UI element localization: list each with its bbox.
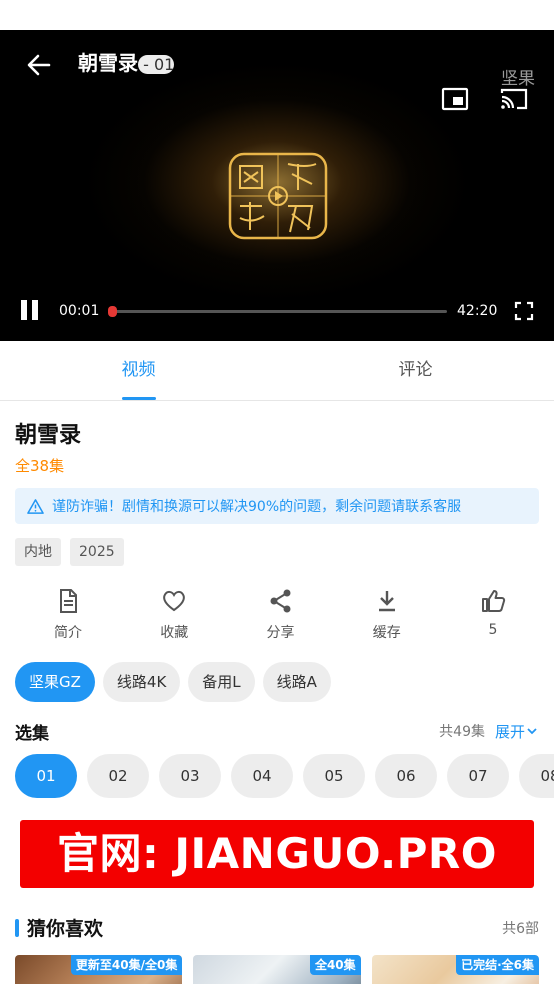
promo-banner[interactable]: 官网: JIANGUO.PRO (20, 820, 534, 888)
document-icon (60, 589, 77, 613)
tag-region[interactable]: 内地 (15, 538, 61, 566)
recommend-count: 共6部 (502, 920, 539, 937)
episode-button[interactable]: 07 (447, 754, 509, 798)
pause-button[interactable] (19, 300, 41, 322)
episode-list: 01 02 03 04 05 06 07 08 (15, 754, 554, 798)
action-bar: 简介 收藏 分享 缓存 5 (15, 588, 539, 642)
player-title: 朝雪录 - 01 (78, 43, 175, 87)
recommend-card[interactable]: 全40集 (193, 955, 361, 984)
progress-thumb[interactable] (108, 306, 118, 317)
favorite-button[interactable]: 收藏 (133, 588, 215, 642)
recommend-header: 猜你喜欢 共6部 (15, 914, 539, 941)
episode-button[interactable]: 02 (87, 754, 149, 798)
warning-icon (27, 498, 44, 514)
episode-count: 全38集 (15, 457, 65, 475)
progress-track[interactable] (108, 306, 447, 317)
share-button[interactable]: 分享 (240, 588, 322, 642)
tag-year[interactable]: 2025 (70, 538, 124, 566)
video-player[interactable]: 朝雪录 - 01 坚果 00:01 42:20 (0, 30, 554, 341)
recommend-card[interactable]: 更新至40集/全0集 (15, 955, 183, 984)
current-time: 00:01 (59, 303, 100, 319)
episode-button[interactable]: 01 (15, 754, 77, 798)
player-episode-suffix: - 01 (138, 55, 175, 74)
tab-comments[interactable]: 评论 (277, 341, 554, 400)
recommend-badge: 全40集 (309, 955, 361, 975)
recommend-badge: 更新至40集/全0集 (70, 955, 183, 975)
expand-label: 展开 (494, 722, 525, 741)
cast-icon[interactable] (499, 86, 529, 112)
source-option[interactable]: 线路A (262, 662, 331, 702)
like-count: 5 (488, 622, 498, 638)
episode-button[interactable]: 04 (231, 754, 293, 798)
fullscreen-icon[interactable] (514, 301, 534, 321)
expand-button[interactable]: 展开 (495, 721, 539, 742)
share-label: 分享 (266, 625, 295, 641)
episodes-total: 共49集 (439, 724, 485, 740)
episode-button[interactable]: 05 (303, 754, 365, 798)
player-controls: 00:01 42:20 (0, 294, 554, 328)
episodes-header: 选集 共49集 展开 (15, 716, 539, 746)
thumbs-up-icon (482, 590, 506, 612)
episode-button[interactable]: 03 (159, 754, 221, 798)
favorite-label: 收藏 (160, 625, 189, 641)
like-button[interactable]: 5 (452, 588, 534, 642)
video-logo-seal (228, 152, 328, 240)
source-list: 坚果GZ 线路4K 备用L 线路A (15, 662, 539, 702)
duration: 42:20 (457, 303, 498, 319)
notice-text: 谨防诈骗！剧情和换源可以解决90%的问题，剩余问题请联系客服 (52, 499, 462, 515)
arrow-left-icon (27, 54, 51, 76)
source-option[interactable]: 线路4K (102, 662, 181, 702)
download-icon (378, 591, 395, 612)
recommend-label: 猜你喜欢 (27, 918, 104, 940)
section-accent-bar (15, 918, 19, 937)
detail-content: 朝雪录 全38集 谨防诈骗！剧情和换源可以解决90%的问题，剩余问题请联系客服 … (0, 417, 554, 984)
heart-icon (163, 590, 186, 612)
intro-label: 简介 (54, 625, 82, 641)
player-show-title: 朝雪录 (78, 51, 138, 75)
recommend-card[interactable]: 已完结·全6集 (371, 955, 539, 984)
source-option[interactable]: 坚果GZ (15, 662, 95, 702)
show-title: 朝雪录 (15, 423, 82, 448)
chevron-down-icon (527, 728, 537, 735)
download-label: 缓存 (372, 625, 401, 641)
status-bar (0, 0, 554, 30)
tab-video[interactable]: 视频 (0, 341, 277, 400)
tag-list: 内地 2025 (15, 538, 539, 566)
recommend-badge: 已完结·全6集 (456, 955, 539, 975)
content-tabs: 视频 评论 (0, 341, 554, 401)
fraud-notice: 谨防诈骗！剧情和换源可以解决90%的问题，剩余问题请联系客服 (15, 488, 539, 524)
back-button[interactable] (24, 50, 54, 80)
source-option[interactable]: 备用L (188, 662, 255, 702)
recommend-list: 更新至40集/全0集 全40集 已完结·全6集 (15, 955, 539, 984)
intro-button[interactable]: 简介 (27, 588, 109, 642)
episodes-label: 选集 (15, 723, 49, 744)
episode-button[interactable]: 06 (375, 754, 437, 798)
download-button[interactable]: 缓存 (346, 588, 428, 642)
episode-button[interactable]: 08 (519, 754, 554, 798)
picture-in-picture-icon[interactable] (441, 86, 469, 112)
share-icon (270, 589, 290, 613)
